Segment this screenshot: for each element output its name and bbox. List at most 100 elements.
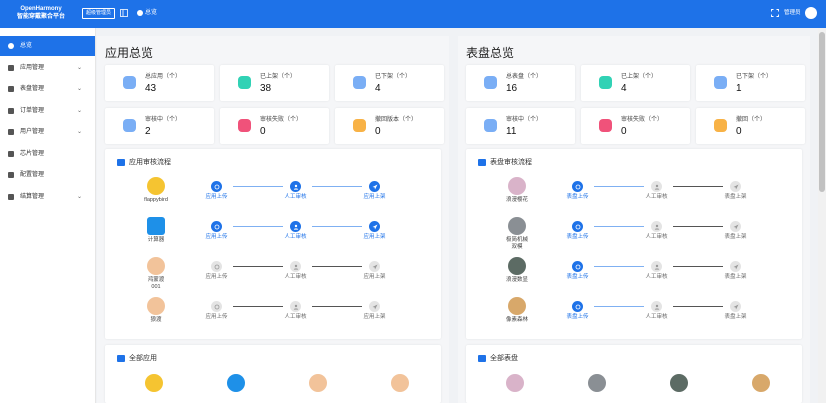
sidebar-item[interactable]: 订单管理 ⌄ [0, 101, 95, 121]
gallery-thumbnail[interactable] [227, 374, 245, 392]
flow-step-label[interactable]: 应用上传 [197, 314, 237, 321]
stat-card[interactable]: 审核失败（个） 0 [581, 108, 690, 144]
flow-step-label[interactable]: 表盘上传 [558, 234, 598, 241]
home-icon [137, 10, 143, 16]
stat-label: 总表盘（个） [506, 74, 543, 80]
role-button[interactable]: 超级管理员 [82, 8, 115, 19]
item-thumbnail[interactable] [508, 257, 526, 275]
flow-step-label[interactable]: 应用上传 [197, 274, 237, 281]
item-thumbnail[interactable] [147, 297, 165, 315]
all-dials-title: 全部表盘 [490, 355, 518, 362]
sidebar-item-label: 用户管理 [20, 129, 45, 135]
flow-step-label[interactable]: 应用上传 [197, 194, 237, 201]
flow-step-label[interactable]: 人工审核 [637, 234, 677, 241]
gallery-thumbnail[interactable] [670, 374, 688, 392]
page-scrollbar[interactable] [818, 28, 826, 403]
flow-step-label[interactable]: 应用上架 [355, 314, 395, 321]
sidebar-item[interactable]: 芯片管理 [0, 144, 95, 164]
item-thumbnail[interactable] [147, 177, 165, 195]
publish-icon [733, 304, 738, 309]
scrollbar-thumb[interactable] [819, 32, 825, 192]
flow-step-label[interactable]: 人工审核 [637, 194, 677, 201]
flow-step-label[interactable]: 应用上架 [355, 234, 395, 241]
flow-step-label[interactable]: 表盘上架 [716, 314, 756, 321]
gallery-thumbnail[interactable] [588, 374, 606, 392]
stat-card[interactable]: 总应用（个） 43 [105, 65, 214, 101]
stat-card[interactable]: 已下架（个） 1 [696, 65, 805, 101]
item-name[interactable]: 计算器 [126, 237, 186, 244]
publish-icon [372, 184, 377, 189]
publish-icon [372, 264, 377, 269]
flow-step-label[interactable]: 应用上架 [355, 194, 395, 201]
item-name[interactable]: 像素森林 [487, 317, 547, 324]
flow-step-dot [572, 301, 583, 312]
stat-card[interactable]: 已下架（个） 4 [335, 65, 444, 101]
avatar[interactable] [805, 7, 817, 19]
flow-step-label[interactable]: 表盘上传 [558, 314, 598, 321]
flow-step-label[interactable]: 表盘上架 [716, 234, 756, 241]
sidebar-item-label: 应用管理 [20, 64, 45, 71]
item-name[interactable]: flappybird [126, 197, 186, 204]
item-name[interactable]: 浪漫樱花 [487, 197, 547, 204]
flow-step-dot [572, 221, 583, 232]
flow-step-dot [651, 301, 662, 312]
flow-step-label[interactable]: 应用上架 [355, 274, 395, 281]
item-name[interactable]: 浪漫数显 [487, 277, 547, 284]
item-name[interactable]: 狼渡 [126, 317, 186, 324]
breadcrumb[interactable]: 总览 [145, 9, 157, 18]
stat-value: 16 [506, 83, 518, 94]
item-thumbnail[interactable] [508, 177, 526, 195]
gallery-thumbnail[interactable] [309, 374, 327, 392]
user-name[interactable]: 管理员 [784, 9, 801, 18]
flow-step-label[interactable]: 人工审核 [276, 194, 316, 201]
flow-step-label[interactable]: 表盘上传 [558, 194, 598, 201]
flow-step-label[interactable]: 人工审核 [637, 274, 677, 281]
flow-step-label[interactable]: 表盘上传 [558, 274, 598, 281]
stat-card[interactable]: 撤回（个） 0 [696, 108, 805, 144]
flow-step-label[interactable]: 表盘上架 [716, 194, 756, 201]
item-thumbnail[interactable] [147, 217, 165, 235]
flow-step-label[interactable]: 人工审核 [637, 314, 677, 321]
sidebar-item[interactable]: 应用管理 ⌄ [0, 58, 95, 78]
gallery-thumbnail[interactable] [506, 374, 524, 392]
stat-card[interactable]: 撤回版本（个） 0 [335, 108, 444, 144]
sidebar-item[interactable]: 总览 [0, 36, 95, 56]
flow-step-label[interactable]: 表盘上架 [716, 274, 756, 281]
flow-connector [233, 186, 283, 187]
reviewer-icon [293, 264, 298, 270]
stat-card[interactable]: 审核中（个） 2 [105, 108, 214, 144]
sidebar-item[interactable]: 表盘管理 ⌄ [0, 79, 95, 99]
item-thumbnail[interactable] [508, 297, 526, 315]
gallery-thumbnail[interactable] [391, 374, 409, 392]
stat-card[interactable]: 已上架（个） 4 [581, 65, 690, 101]
stat-card[interactable]: 审核中（个） 11 [466, 108, 575, 144]
flow-step-label[interactable]: 应用上传 [197, 234, 237, 241]
revoke-icon [353, 119, 366, 132]
flow-step-dot [369, 301, 380, 312]
flow-step-label[interactable]: 人工审核 [276, 274, 316, 281]
flow-step-dot [211, 221, 222, 232]
config-icon [8, 172, 14, 178]
item-name[interactable]: 极简机械 双模 [487, 237, 547, 251]
item-thumbnail[interactable] [147, 257, 165, 275]
flow-step-label[interactable]: 人工审核 [276, 314, 316, 321]
gallery-thumbnail[interactable] [145, 374, 163, 392]
fullscreen-icon[interactable] [771, 9, 779, 17]
item-name[interactable]: 鸿蒙渡 001 [126, 277, 186, 291]
flow-step-dot [651, 261, 662, 272]
gallery-thumbnail[interactable] [752, 374, 770, 392]
flow-step-label[interactable]: 人工审核 [276, 234, 316, 241]
stat-card[interactable]: 已上架（个） 38 [220, 65, 329, 101]
stat-card[interactable]: 总表盘（个） 16 [466, 65, 575, 101]
stat-label: 审核中（个） [506, 117, 543, 123]
sidebar-item[interactable]: 结算管理 ⌄ [0, 187, 95, 207]
flow-step-dot [730, 221, 741, 232]
flow-connector [312, 186, 362, 187]
menu-fold-icon[interactable] [120, 9, 128, 17]
stat-card[interactable]: 审核失败（个） 0 [220, 108, 329, 144]
sidebar-item[interactable]: 用户管理 ⌄ [0, 122, 95, 142]
item-thumbnail[interactable] [508, 217, 526, 235]
sidebar-item[interactable]: 配置管理 [0, 165, 95, 185]
stat-label: 总应用（个） [145, 74, 182, 80]
brand-logo[interactable]: OpenHarmony 智能穿戴聚合平台 [14, 5, 68, 21]
